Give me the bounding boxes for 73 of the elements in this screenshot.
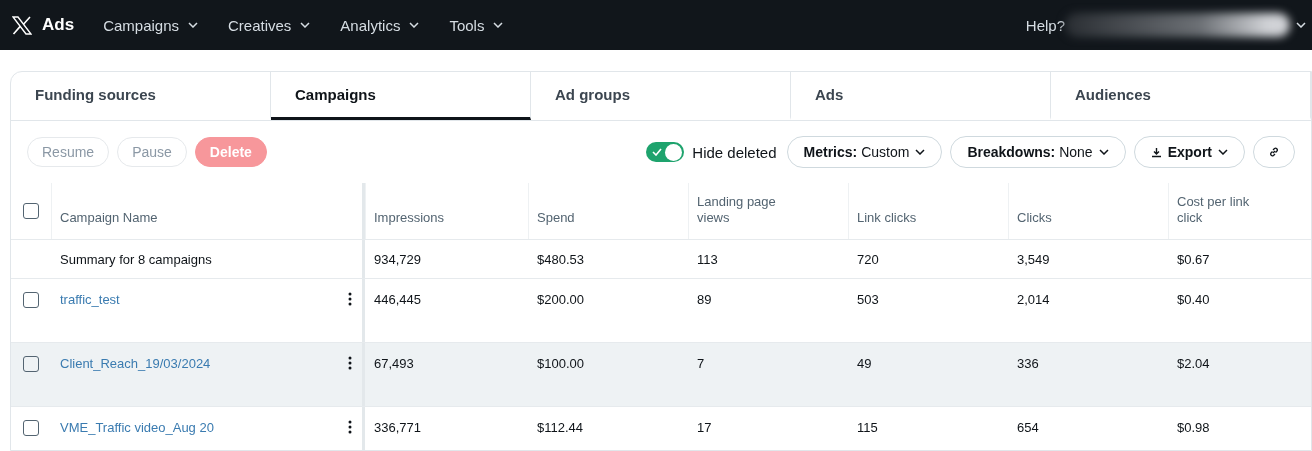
column-header: Spend	[537, 210, 575, 226]
column-header: Campaign Name	[60, 210, 158, 226]
nav-menu[interactable]: Tools	[449, 16, 504, 34]
checkbox[interactable]	[23, 292, 39, 308]
table-cell: $2.04	[1177, 356, 1210, 371]
check-icon	[652, 148, 663, 156]
tab[interactable]: Ad groups	[531, 72, 791, 120]
tab[interactable]: Audiences	[1051, 72, 1311, 120]
toggle-label: Hide deleted	[692, 143, 777, 161]
table-cell: 7	[697, 356, 705, 371]
nav-menu[interactable]: Analytics	[340, 16, 420, 34]
link-icon	[1268, 146, 1280, 158]
dropdown-button[interactable]: Metrics: Custom	[786, 136, 943, 168]
more-icon[interactable]	[348, 292, 352, 306]
link-button[interactable]	[1253, 136, 1295, 168]
table-cell: 49	[857, 356, 872, 371]
chevron-icon	[1098, 149, 1109, 155]
campaign-link[interactable]: traffic_test	[60, 292, 120, 307]
highlighted-row[interactable]: Client_Reach_19/03/2024 67,493 $100.00 7 49 336 $2.04	[11, 343, 1311, 407]
table-cell: 446,445	[374, 292, 421, 307]
column-header: Impressions	[374, 210, 445, 226]
column-header: Landing page views	[697, 194, 777, 226]
summary-value: 113	[697, 251, 718, 267]
table-cell: 654	[1017, 420, 1039, 435]
dropdown-button[interactable]: Breakdowns: None	[950, 136, 1126, 168]
table-row[interactable]: VME_Traffic video_Aug 20 336,771 $112.44 17 115 654 $0.98	[11, 407, 1311, 450]
chevron-icon	[188, 22, 198, 28]
export-button[interactable]: Export	[1133, 136, 1245, 168]
tab[interactable]: Ads	[791, 72, 1051, 120]
help-link[interactable]: Help?	[1025, 16, 1065, 34]
nav-menu[interactable]: Campaigns	[103, 16, 198, 34]
table-cell: $100.00	[537, 356, 584, 371]
checkbox[interactable]	[23, 356, 39, 372]
more-icon[interactable]	[348, 420, 352, 434]
chevron-icon	[493, 22, 504, 28]
table-cell: 336	[1017, 356, 1039, 371]
table-cell: 115	[857, 420, 878, 435]
summary-value: $0.67	[1177, 251, 1210, 267]
chevron-icon	[915, 149, 926, 155]
table-cell: $0.98	[1177, 420, 1210, 435]
summary-value: 3,549	[1017, 251, 1050, 267]
table-cell: 67,493	[374, 356, 414, 371]
toggle-switch[interactable]	[646, 142, 685, 162]
download-icon	[1150, 146, 1162, 158]
summary-value: 720	[857, 251, 879, 267]
table-cell: 89	[697, 292, 712, 307]
table-cell: $112.44	[537, 420, 584, 435]
campaign-link[interactable]: VME_Traffic video_Aug 20	[60, 420, 214, 435]
column-header: Link clicks	[857, 210, 917, 226]
brand-label: Ads	[42, 15, 75, 35]
more-icon[interactable]	[348, 356, 352, 370]
table-cell: 336,771	[374, 420, 421, 435]
chevron-icon	[409, 22, 420, 28]
summary-label: Summary for 8 campaigns	[60, 251, 212, 267]
table-cell: $0.40	[1177, 292, 1210, 307]
column-header: Clicks	[1017, 210, 1052, 226]
column-header: Cost per link click	[1177, 194, 1251, 226]
checkbox[interactable]	[23, 203, 39, 219]
tab[interactable]: Funding sources	[11, 72, 271, 120]
chevron-icon	[1296, 22, 1306, 28]
tab[interactable]: Campaigns	[271, 72, 531, 120]
checkbox[interactable]	[23, 420, 39, 436]
chevron-icon	[300, 22, 311, 28]
campaign-link[interactable]: Client_Reach_19/03/2024	[60, 356, 211, 371]
summary-value: 934,729	[374, 251, 421, 267]
table-cell: $200.00	[537, 292, 584, 307]
table-cell: 2,014	[1017, 292, 1050, 307]
table-cell: 503	[857, 292, 879, 307]
table-cell: 17	[697, 420, 712, 435]
chevron-icon	[1218, 149, 1228, 155]
summary-value: $480.53	[537, 251, 584, 267]
nav-menu[interactable]: Creatives	[228, 16, 311, 34]
x-logo-icon[interactable]	[12, 15, 32, 35]
